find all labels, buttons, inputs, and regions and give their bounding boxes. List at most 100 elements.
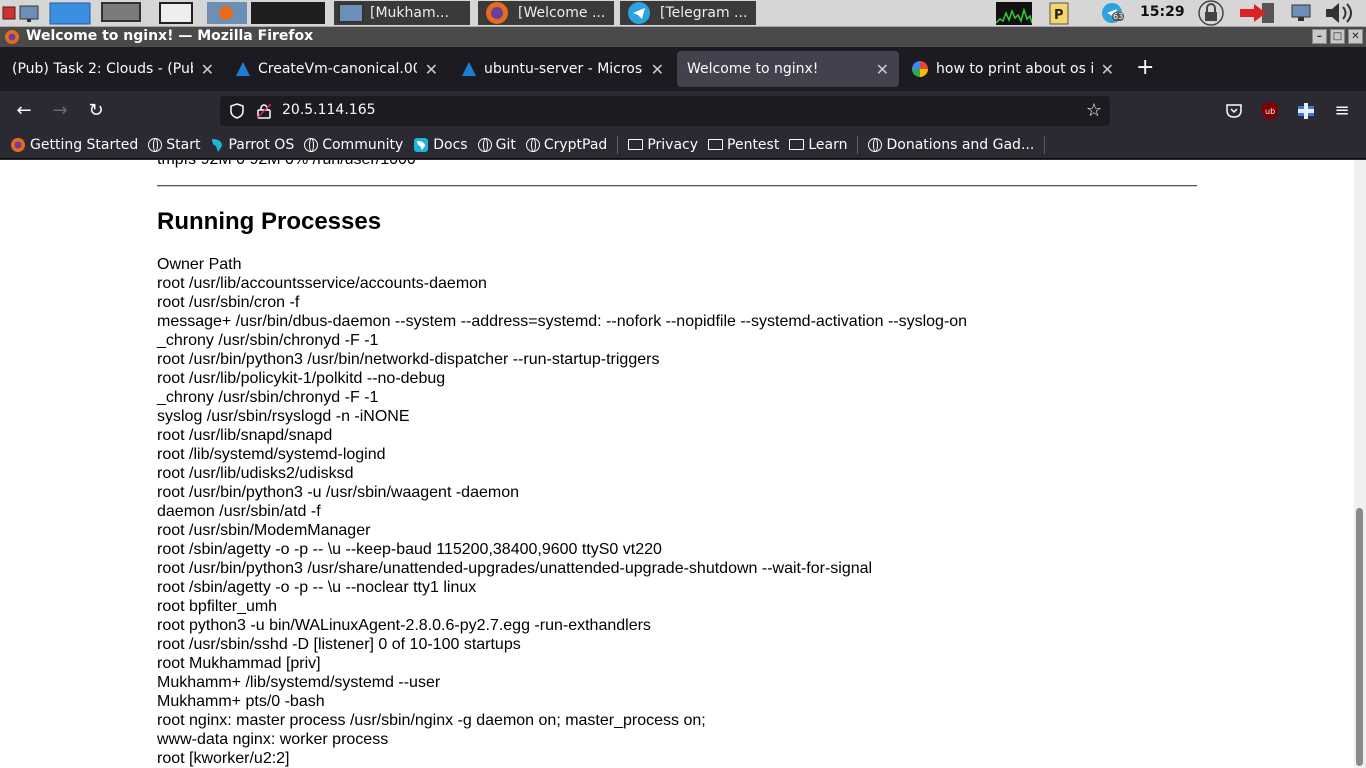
process-line: Owner Path: [157, 256, 242, 273]
workspace-1-icon[interactable]: [158, 0, 194, 26]
globe-icon: [148, 137, 163, 152]
cpu-graph-icon: [996, 0, 1032, 26]
os-taskbar: [Mukham... [Welcome ... [Telegram ... P …: [0, 0, 1366, 27]
process-line: root /usr/lib/udisks2/udisksd: [157, 465, 354, 482]
tab-label: Welcome to nginx!: [687, 61, 819, 77]
bookmark-docs[interactable]: Docs: [413, 137, 468, 153]
bookmark-star-icon[interactable]: ☆: [1086, 100, 1102, 121]
process-line: message+ /usr/bin/dbus-daemon --system -…: [157, 313, 968, 330]
volume-icon[interactable]: [1322, 0, 1362, 26]
folder-icon: [628, 139, 644, 150]
app-menu-icon[interactable]: [2, 0, 16, 26]
extension-icon[interactable]: [1296, 101, 1316, 121]
tab-label: ubuntu-server - Microsoft: [484, 61, 643, 77]
tab-strip: (Pub) Task 2: Clouds - (Pub) ✕ CreateVm-…: [0, 47, 1366, 91]
bookmark-parrot-os[interactable]: Parrot OS: [210, 137, 294, 153]
bookmark-label: Pentest: [727, 136, 780, 153]
process-line: Mukhamm+ /lib/systemd/systemd --user: [157, 674, 441, 691]
ublock-origin-icon[interactable]: ub: [1260, 101, 1280, 121]
network-monitor-icon[interactable]: [18, 0, 42, 26]
tracking-protection-icon[interactable]: [230, 103, 244, 119]
new-tab-button[interactable]: +: [1136, 55, 1154, 80]
close-window-button[interactable]: ✕: [1348, 29, 1363, 44]
close-tab-icon[interactable]: ✕: [425, 60, 438, 79]
bookmark-separator: [1044, 135, 1046, 154]
scrollbar-thumb[interactable]: [1356, 508, 1363, 766]
tab-welcome-nginx[interactable]: Welcome to nginx! ✕: [677, 51, 899, 87]
process-list: Owner Path root /usr/lib/accountsservice/…: [157, 255, 967, 768]
process-line: Mukhamm+ pts/0 -bash: [157, 693, 325, 710]
process-line: root /usr/lib/snapd/snapd: [157, 427, 333, 444]
horizontal-rule: [157, 185, 1197, 187]
bookmark-label: Privacy: [647, 136, 699, 153]
bookmark-folder-privacy[interactable]: Privacy: [628, 137, 698, 153]
tab-label: CreateVm-canonical.000: [258, 61, 417, 77]
show-desktop-icon[interactable]: [100, 0, 142, 26]
close-tab-icon[interactable]: ✕: [651, 60, 664, 79]
process-line: root /usr/sbin/cron -f: [157, 294, 300, 311]
logout-icon[interactable]: [1238, 0, 1278, 26]
bookmark-git[interactable]: Git: [477, 137, 516, 153]
menu-hamburger-icon[interactable]: ≡: [1330, 99, 1354, 123]
forward-button[interactable]: →: [48, 99, 72, 123]
bookmark-community[interactable]: Community: [304, 137, 403, 153]
process-line: root /sbin/agetty -o -p -- \u --keep-bau…: [157, 541, 662, 558]
taskbar-task-firefox[interactable]: [Welcome ...: [478, 1, 614, 25]
process-line: root /usr/sbin/sshd -D [listener] 0 of 1…: [157, 636, 521, 653]
bookmark-getting-started[interactable]: Getting Started: [10, 137, 138, 153]
bookmark-start[interactable]: Start: [148, 137, 200, 153]
window-titlebar[interactable]: Welcome to nginx! — Mozilla Firefox – □ …: [0, 27, 1366, 47]
svg-text:ub: ub: [1265, 107, 1275, 116]
insecure-lock-icon[interactable]: [257, 103, 271, 119]
url-bar[interactable]: 20.5.114.165 ☆: [220, 96, 1110, 126]
workspace-2-icon[interactable]: [206, 0, 248, 26]
process-line: root [kworker/u2:2]: [157, 750, 290, 767]
telegram-tray-icon[interactable]: 63: [1100, 0, 1126, 26]
tab-google-search[interactable]: how to print about os in ✕: [902, 51, 1124, 87]
maximize-button[interactable]: □: [1330, 29, 1345, 44]
bookmark-label: CryptPad: [543, 136, 608, 153]
telegram-badge: 63: [1112, 12, 1125, 21]
bookmark-folder-pentest[interactable]: Pentest: [708, 137, 779, 153]
folder-icon: [708, 139, 724, 150]
close-tab-icon[interactable]: ✕: [876, 60, 889, 79]
close-tab-icon[interactable]: ✕: [1101, 60, 1114, 79]
bookmark-separator: [617, 135, 619, 154]
taskbar-task-terminal[interactable]: [Mukham...: [334, 1, 470, 25]
tab-label: (Pub) Task 2: Clouds - (Pub): [12, 61, 193, 77]
clipboard-icon[interactable]: P: [1048, 0, 1070, 26]
section-heading: Running Processes: [157, 208, 382, 235]
bookmark-folder-learn[interactable]: Learn: [789, 137, 847, 153]
process-line: root /usr/sbin/ModemManager: [157, 522, 371, 539]
file-manager-icon[interactable]: [48, 0, 92, 26]
bookmark-cryptpad[interactable]: CryptPad: [525, 136, 608, 153]
docs-icon: [414, 137, 429, 152]
process-line: _chrony /usr/sbin/chronyd -F -1: [157, 389, 379, 406]
process-line: www-data nginx: worker process: [157, 731, 389, 748]
disk-usage-line: tmpfs 92M 0 92M 0% /run/user/1000: [157, 160, 416, 169]
process-line: root /usr/lib/accountsservice/accounts-d…: [157, 275, 487, 292]
tab-task-clouds[interactable]: (Pub) Task 2: Clouds - (Pub) ✕: [2, 51, 224, 87]
tab-createvm[interactable]: CreateVm-canonical.000 ✕: [226, 51, 448, 87]
process-line: root bpfilter_umh: [157, 598, 278, 615]
azure-icon: [236, 62, 250, 76]
bookmark-label: Parrot OS: [228, 136, 295, 153]
lock-screen-icon[interactable]: [1192, 0, 1230, 26]
process-line: root /sbin/agetty -o -p -- \u --noclear …: [157, 579, 477, 596]
taskbar-task-telegram[interactable]: [Telegram ...: [620, 1, 756, 25]
clock[interactable]: 15:29: [1140, 4, 1185, 20]
close-tab-icon[interactable]: ✕: [201, 60, 214, 79]
workspace-3-icon[interactable]: [250, 0, 326, 26]
back-button[interactable]: ←: [12, 99, 36, 123]
minimize-button[interactable]: –: [1312, 29, 1327, 44]
firefox-icon: [5, 30, 19, 44]
azure-icon: [462, 62, 476, 76]
page-viewport[interactable]: tmpfs 92M 0 92M 0% /run/user/1000 Runnin…: [0, 160, 1354, 768]
bookmark-donations[interactable]: Donations and Gad...: [868, 137, 1034, 153]
reload-button[interactable]: ↻: [84, 99, 108, 123]
tab-ubuntu-server[interactable]: ubuntu-server - Microsoft ✕: [452, 51, 674, 87]
network-icon[interactable]: [1288, 0, 1318, 26]
taskbar-task-label: [Telegram ...: [660, 5, 748, 21]
taskbar-task-label: [Mukham...: [370, 5, 449, 21]
pocket-icon[interactable]: [1224, 101, 1244, 121]
